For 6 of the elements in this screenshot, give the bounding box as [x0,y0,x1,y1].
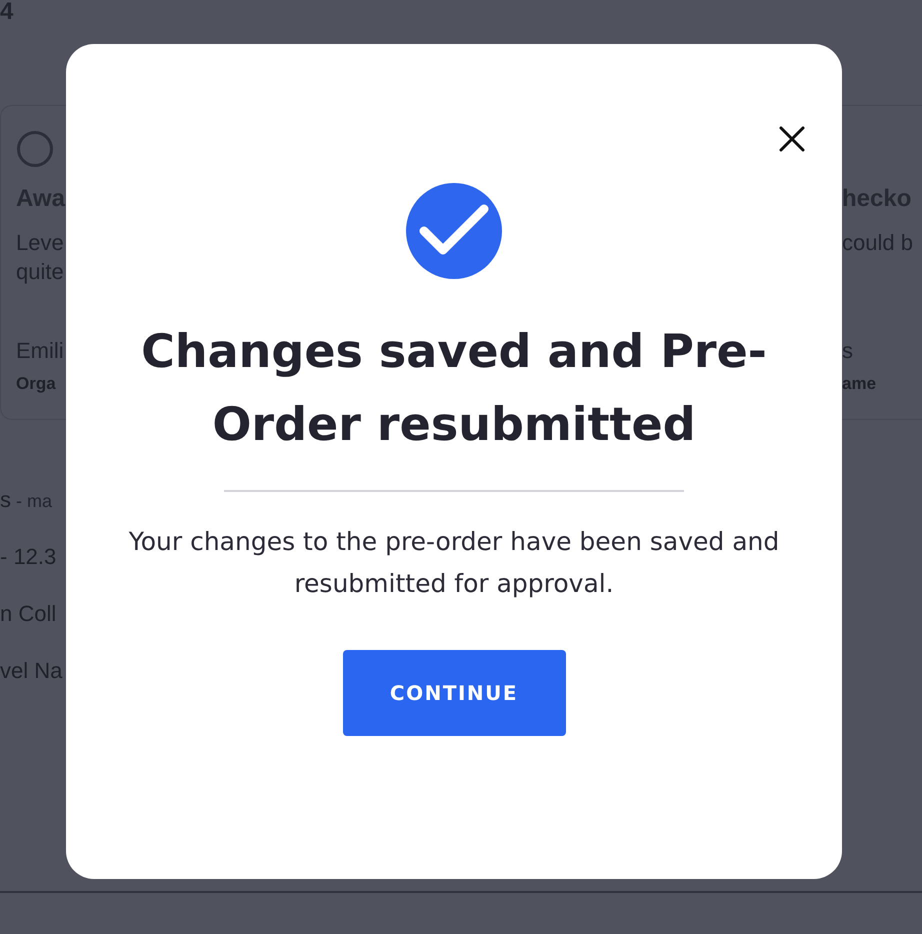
dialog-title: Changes saved and Pre-Order resubmitted [140,323,768,453]
continue-button[interactable]: CONTINUE [342,650,566,736]
close-icon[interactable] [779,126,805,152]
dialog-message: Your changes to the pre-order have been saved and resubmitted for approval. [128,526,780,600]
radio-button[interactable] [17,131,53,167]
check-circle-icon [406,183,502,279]
